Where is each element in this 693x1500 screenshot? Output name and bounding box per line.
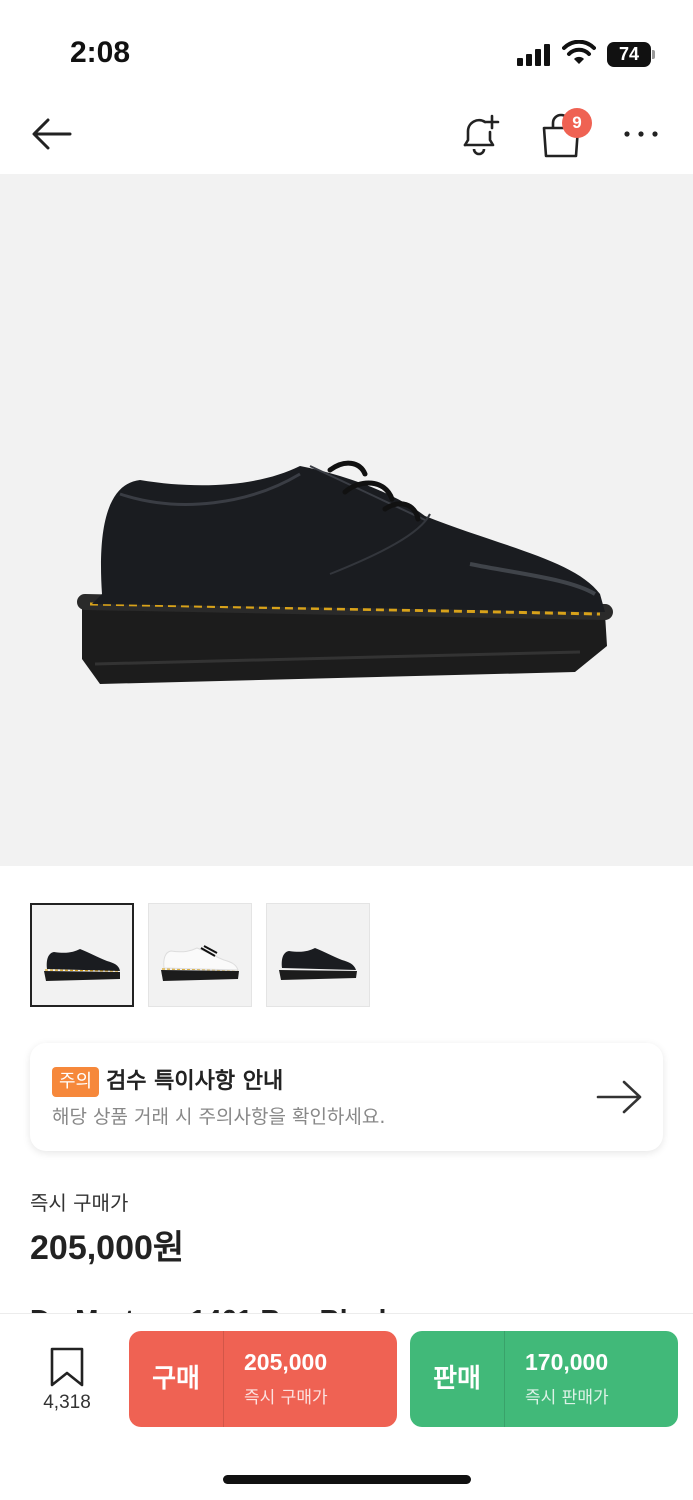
- nav-bar: 9: [0, 100, 693, 174]
- white-shoe-thumbnail-icon: [161, 945, 239, 981]
- buy-button[interactable]: 구매 205,000 즉시 구매가: [129, 1331, 397, 1427]
- thumbnail-2[interactable]: [148, 903, 252, 1007]
- bookmark-icon: [50, 1347, 84, 1387]
- black-shoe-thumbnail-icon: [44, 949, 121, 981]
- arrow-left-icon[interactable]: [30, 114, 74, 154]
- home-indicator: [223, 1475, 471, 1484]
- wishlist-button[interactable]: 4,318: [32, 1344, 102, 1414]
- thumbnail-3[interactable]: [266, 903, 370, 1007]
- sell-price: 170,000: [525, 1349, 609, 1375]
- wishlist-count: 4,318: [43, 1392, 91, 1413]
- bottom-action-bar: 4,318 구매 205,000 즉시 구매가 판매 170,000 즉시 판매…: [0, 1313, 693, 1500]
- thumbnail-1[interactable]: [30, 903, 134, 1007]
- more-horizontal-icon[interactable]: [622, 122, 662, 146]
- bell-plus-icon[interactable]: [458, 112, 500, 156]
- battery-level: 74: [618, 44, 640, 64]
- status-bar: 2:08 74: [0, 0, 693, 100]
- notice-subtitle: 해당 상품 거래 시 주의사항을 확인하세요.: [52, 1106, 386, 1128]
- buy-price: 205,000: [244, 1349, 328, 1375]
- buy-divider: [223, 1331, 224, 1427]
- sell-label: 판매: [433, 1364, 481, 1394]
- arrow-right-icon[interactable]: [596, 1077, 644, 1117]
- sell-divider: [504, 1331, 505, 1427]
- product-image[interactable]: [0, 174, 693, 866]
- status-time: 2:08: [70, 36, 131, 69]
- buy-label: 구매: [152, 1364, 200, 1394]
- instant-buy-price: 205,000원: [30, 1229, 185, 1267]
- battery-icon: 74: [607, 42, 655, 67]
- black-shoe-thumbnail-2-icon: [279, 948, 357, 980]
- notice-title: 검수 특이사항 안내: [106, 1069, 284, 1094]
- sell-sub-label: 즉시 판매가: [525, 1388, 609, 1408]
- wifi-icon: [562, 40, 596, 64]
- inspection-notice-card[interactable]: 주의 검수 특이사항 안내 해당 상품 거래 시 주의사항을 확인하세요.: [30, 1043, 663, 1151]
- notice-tag: 주의: [52, 1067, 100, 1097]
- black-leather-derby-shoe-icon: [77, 460, 613, 684]
- instant-buy-price-label: 즉시 구매가: [30, 1191, 129, 1215]
- cellular-signal-icon: [517, 44, 553, 66]
- product-name: Dr. Martens 1461 Bex Black: [30, 1300, 670, 1314]
- cart-count-badge: 9: [562, 108, 592, 138]
- buy-sub-label: 즉시 구매가: [244, 1388, 328, 1408]
- sell-button[interactable]: 판매 170,000 즉시 판매가: [410, 1331, 678, 1427]
